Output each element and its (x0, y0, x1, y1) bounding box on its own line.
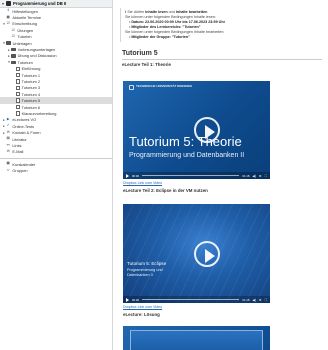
folder-icon (11, 54, 16, 58)
play-icon[interactable] (126, 173, 129, 178)
condition-group: • Mitglieder der Gruppe: "Tutorien" (129, 35, 190, 39)
permissions-info: ℹ Sie dürfen Inhalte lesen und Inhalte b… (120, 8, 320, 42)
section-heading-3: eLecture: Lösung (123, 312, 160, 317)
video-subtitle: Programmierung und Datenbanken II (127, 268, 163, 277)
enrollment-icon: ☑ (6, 21, 10, 26)
title-divider (122, 59, 322, 60)
calendar-icon: ▦ (6, 161, 10, 166)
university-logo-icon (129, 85, 134, 90)
fullscreen-icon[interactable]: ⛶ (265, 298, 267, 302)
folder-icon (11, 60, 16, 65)
sidebar-item-label: Unterlagen (12, 40, 32, 46)
progress-bar[interactable] (142, 299, 240, 300)
course-navigation-sidebar: ▾ Programmierung und DB II ℹ Hilfestellun… (0, 0, 113, 350)
calendar-icon: ▦ (6, 14, 10, 19)
sidebar-item-label: Tutorium 4 (21, 91, 41, 97)
sidebar-item-label: Klausurvorbereitung (21, 110, 57, 116)
sidebar-item-gruppen[interactable]: ☺ Gruppen (0, 167, 112, 173)
video-title: Tutorium 5: Theorie (129, 134, 242, 149)
dropbox-link-1[interactable]: Dropbox Link zum Video (123, 181, 162, 185)
video-player-1[interactable]: TECHNISCHE UNIVERSITÄT DRESDEN Tutorium … (123, 81, 270, 179)
test-icon: ✓ (6, 123, 10, 128)
sidebar-item-label: Aktuelle Termine (12, 15, 42, 21)
info-icon: ℹ (7, 8, 9, 13)
sidebar-item-label: Tutorium 3 (21, 85, 41, 91)
chevron-down-icon[interactable]: ▾ (2, 1, 4, 6)
folder-icon (6, 41, 11, 45)
sidebar-item-label: Übung und Diskussion (17, 53, 57, 59)
sidebar-item-label: Tutorium 2 (21, 78, 41, 84)
video-controls: 00:00 01:18 ◀) ⚙ ⛶ (123, 172, 270, 179)
page-icon (16, 66, 20, 71)
section-heading-1: eLecture Teil 1: Theorie (122, 62, 171, 67)
video-player-3[interactable] (123, 326, 270, 350)
sidebar-item-label: Einschreibung (12, 21, 38, 27)
group-icon: ☺ (6, 167, 11, 172)
section-heading-2: eLecture Teil 2: Eclipse in der VM nutze… (123, 188, 208, 193)
sidebar-item-label: Tutorium (17, 59, 33, 65)
course-icon (6, 1, 12, 6)
video-subtitle: Programmierung und Datenbanken II (129, 152, 245, 159)
link-icon: ⚯ (6, 142, 10, 147)
sidebar-item-label: Literatur (12, 136, 27, 142)
course-title: Programmierung und DB II (13, 1, 67, 6)
page-icon (16, 92, 20, 97)
sidebar-item-e-mail[interactable]: ✉ E-Mail (0, 149, 112, 155)
time-total: 01:18 (242, 173, 250, 178)
sidebar-item-label: Gruppen (12, 168, 28, 174)
sidebar-item-label: Tutorien (17, 34, 32, 40)
video-title: Tutorium 5: Eclipse (127, 261, 167, 266)
time-current: 00:00 (132, 173, 139, 178)
volume-icon[interactable]: ◀) (252, 174, 256, 178)
course-tools-list: ▦ Kurskalender ☺ Gruppen (0, 161, 112, 174)
sidebar-item-label: Links (12, 142, 22, 148)
sidebar-item-label: E-Mail (12, 149, 24, 155)
sidebar-item-label: Kurskalender (12, 161, 36, 167)
mail-icon: ✉ (6, 148, 10, 153)
course-tree: ℹ Hilfestellungen ▦ Aktuelle Termine ▾ ☑ Einsc… (0, 8, 112, 155)
progress-bar[interactable] (142, 175, 240, 176)
sidebar-item-label: Vorlesungsunterlagen (17, 47, 56, 53)
dropbox-link-2[interactable]: Dropbox Link zum Video (123, 305, 162, 309)
video-org-label: TECHNISCHE UNIVERSITÄT DRESDEN (136, 84, 192, 88)
time-total: 01:18 (242, 297, 250, 302)
fullscreen-icon[interactable]: ⛶ (265, 174, 267, 178)
page-icon (16, 72, 20, 78)
page-title: Tutorium 5 (122, 50, 158, 57)
video-thumbnail (130, 330, 263, 350)
checkbox-icon: ☑ (11, 27, 15, 32)
forum-icon: ✉ (6, 129, 10, 134)
sidebar-item-label: Online-Tests (12, 123, 35, 129)
page-icon (16, 79, 20, 84)
sidebar-divider (0, 157, 112, 159)
settings-icon[interactable]: ⚙ (259, 298, 262, 302)
course-header[interactable]: ▾ Programmierung und DB II (0, 0, 112, 8)
page-icon (16, 104, 20, 110)
sidebar-item-label: Kontakt & Foren (12, 130, 41, 136)
folder-icon (11, 47, 16, 52)
sidebar-item-label: Einführung (21, 66, 41, 72)
sidebar-item-label: Tutorium 5 (21, 98, 41, 104)
sidebar-item-label: eLectures VO (12, 117, 37, 123)
sidebar-item-label: Tutorium 1 (21, 72, 41, 78)
settings-icon[interactable]: ⚙ (259, 174, 262, 178)
sidebar-item-label: Tutorium 6 (21, 104, 41, 110)
sidebar-item-label: Hilfestellungen (12, 8, 38, 14)
page-icon (16, 98, 20, 103)
page-icon (16, 85, 20, 91)
play-icon[interactable] (126, 297, 129, 302)
volume-icon[interactable]: ◀) (252, 298, 256, 302)
lecture-icon: ▶ (6, 117, 10, 122)
sidebar-item-label: Übungen (17, 27, 34, 33)
checkbox-icon: ☑ (11, 33, 15, 38)
video-controls: 00:00 01:18 ◀) ⚙ ⛶ (123, 296, 270, 303)
book-icon: ▤ (6, 136, 10, 141)
play-button[interactable] (194, 241, 220, 267)
video-player-2[interactable]: Tutorium 5: Eclipse Programmierung und D… (123, 204, 270, 303)
page-icon (16, 111, 20, 116)
time-current: 00:00 (132, 297, 139, 302)
